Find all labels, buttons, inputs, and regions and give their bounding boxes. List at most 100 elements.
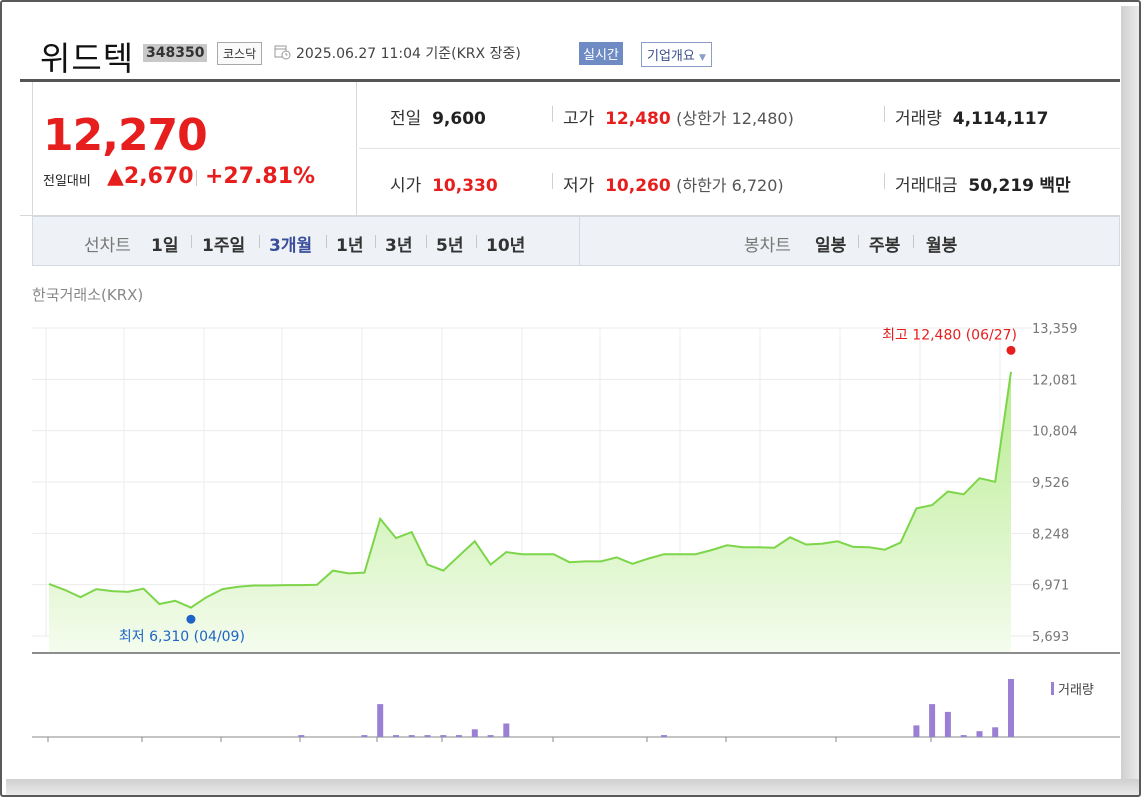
volume-bar (361, 735, 368, 737)
chart-tabs: 선차트 1일 1주일 3개월 1년 3년 5년 10년 봉차트 일봉 주봉 월봉 (32, 216, 1120, 266)
stock-widget: 위드텍 348350 코스닥 2025.06.27 11:04 기준(KRX 장… (20, 20, 1120, 778)
prev-close-value: 9,600 (432, 109, 486, 129)
current-price-box: 12,270 전일대비 ▲2,670 +27.81% (32, 82, 357, 216)
volume-value: 4,114,117 (952, 109, 1049, 129)
tab-1d[interactable]: 1일 (151, 231, 178, 256)
volume-bar (913, 725, 920, 737)
prev-close-label: 전일 (390, 109, 422, 129)
metric-separator (552, 106, 553, 122)
y-tick-label: 12,081 (1032, 373, 1078, 388)
volume-bar (393, 735, 399, 737)
open-metric: 시가 10,330 (390, 171, 498, 196)
volume-bar (992, 727, 999, 737)
price-area (49, 371, 1011, 652)
tab-weekly[interactable]: 주봉 (869, 231, 900, 256)
metrics-row-2: 시가 10,330 저가 10,260 (하한가 6,720) 거래대금 50,… (359, 149, 1120, 216)
low-value: 10,260 (605, 176, 671, 196)
price-change: ▲2,670 (107, 164, 194, 189)
tab-separator (259, 235, 260, 248)
high-point-marker (1006, 345, 1016, 355)
tab-monthly[interactable]: 월봉 (926, 231, 957, 256)
company-overview-label: 기업개요 (647, 49, 695, 64)
volume-metric: 거래량 4,114,117 (895, 104, 1048, 129)
tab-1w[interactable]: 1주일 (202, 231, 245, 256)
y-tick-label: 10,804 (1032, 425, 1078, 440)
trade-value-unit: 백만 (1039, 176, 1071, 196)
prev-close-metric: 전일 9,600 (390, 104, 486, 129)
caret-down-icon: ▼ (698, 53, 706, 63)
low-metric: 저가 10,260 (하한가 6,720) (563, 171, 784, 196)
volume-bar (976, 731, 983, 737)
tab-10y[interactable]: 10년 (486, 231, 525, 256)
volume-bar (929, 704, 936, 737)
volume-bar (298, 735, 305, 737)
trade-value-metric: 거래대금 50,219 백만 (895, 171, 1071, 196)
volume-bar (503, 723, 510, 737)
upper-limit: (상한가 12,480) (676, 109, 794, 128)
volume-label: 거래량 (895, 109, 942, 129)
tab-1y[interactable]: 1년 (336, 231, 363, 256)
volume-bar (1008, 679, 1014, 737)
y-tick-label: 9,526 (1032, 476, 1069, 491)
line-chart-label: 선차트 (84, 236, 131, 256)
open-value: 10,330 (432, 176, 498, 196)
tab-5y[interactable]: 5년 (436, 231, 463, 256)
stock-name[interactable]: 위드텍 (40, 32, 134, 80)
tab-daily[interactable]: 일봉 (815, 231, 846, 256)
volume-bar (440, 735, 447, 737)
current-price: 12,270 (43, 110, 208, 161)
price-summary: 12,270 전일대비 ▲2,670 +27.81% 전일 9,600 고가 1… (20, 82, 1120, 216)
open-label: 시가 (390, 176, 422, 196)
metrics-row-1: 전일 9,600 고가 12,480 (상한가 12,480) 거래량 4,11… (359, 82, 1120, 149)
high-value: 12,480 (605, 109, 671, 129)
datetime-label: 2025.06.27 11:04 기준(KRX 장중) (296, 46, 521, 62)
tab-3m[interactable]: 3개월 (269, 231, 312, 256)
tab-separator (426, 235, 427, 248)
tab-separator (191, 235, 192, 248)
tab-separator (375, 235, 376, 248)
metric-separator (884, 106, 885, 122)
y-tick-label: 6,971 (1032, 579, 1069, 594)
change-separator (196, 170, 197, 186)
volume-bar (471, 729, 478, 737)
y-tick-label: 8,248 (1032, 527, 1069, 542)
y-tick-label: 5,693 (1032, 630, 1069, 645)
price-chart[interactable]: 최고 12,480 (06/27) 최저 6,310 (04/09) 거래량 13,… (32, 316, 1120, 764)
low-point-marker (186, 614, 196, 624)
exchange-label: 한국거래소(KRX) (32, 286, 144, 304)
tab-3y[interactable]: 3년 (385, 231, 412, 256)
trade-value-label: 거래대금 (895, 176, 958, 196)
low-label: 저가 (563, 176, 595, 196)
low-point-label: 최저 6,310 (04/09) (119, 629, 245, 645)
volume-bar (424, 735, 431, 737)
tabs-divider (579, 217, 580, 265)
stock-header: 위드텍 348350 코스닥 2025.06.27 11:04 기준(KRX 장… (20, 20, 1120, 80)
candle-chart-label: 봉차트 (744, 236, 791, 256)
volume-bar (661, 735, 667, 737)
volume-bar (456, 735, 462, 737)
lower-limit: (하한가 6,720) (676, 176, 784, 195)
realtime-button[interactable]: 실시간 (579, 42, 623, 65)
tab-separator (913, 235, 914, 248)
tab-separator (476, 235, 477, 248)
metric-separator (552, 173, 553, 189)
trade-value: 50,219 (968, 176, 1034, 196)
price-change-percent: +27.81% (205, 164, 316, 189)
stock-code: 348350 (143, 44, 208, 62)
volume-bar (960, 735, 967, 737)
volume-legend-label: 거래량 (1058, 683, 1094, 698)
volume-bar (944, 711, 951, 737)
price-chart-svg: 최고 12,480 (06/27) 최저 6,310 (04/09) 거래량 13,… (32, 322, 1120, 764)
company-overview-button[interactable]: 기업개요 ▼ (641, 42, 712, 67)
volume-legend-swatch (1051, 682, 1054, 695)
metric-separator (884, 173, 885, 189)
volume-bar (377, 704, 384, 737)
high-point-label: 최고 12,480 (06/27) (882, 327, 1017, 343)
market-badge: 코스닥 (217, 42, 263, 65)
high-metric: 고가 12,480 (상한가 12,480) (563, 104, 794, 129)
prev-day-label: 전일대비 (43, 174, 91, 189)
y-tick-label: 13,359 (1032, 322, 1078, 337)
tab-separator (858, 235, 859, 248)
volume-bar (408, 735, 415, 737)
calendar-clock-icon (274, 45, 291, 60)
